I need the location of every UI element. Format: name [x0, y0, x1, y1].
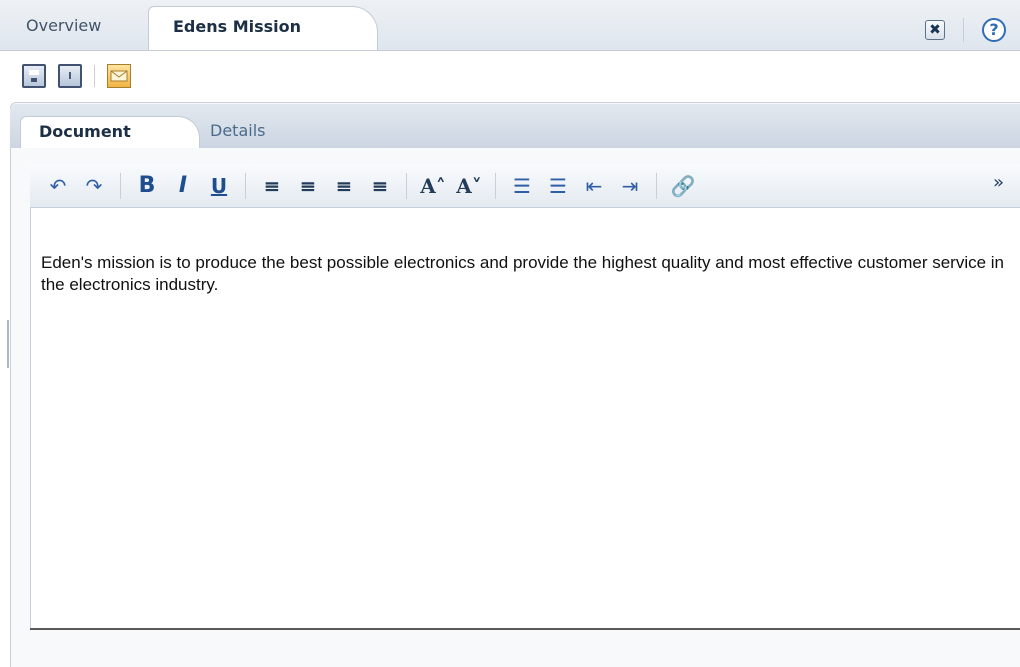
- redo-icon[interactable]: ↷: [80, 172, 108, 200]
- tab-edens-mission[interactable]: Edens Mission: [148, 6, 378, 50]
- underline-button[interactable]: U: [205, 172, 233, 200]
- toolbar-separator: [963, 18, 964, 42]
- email-icon[interactable]: [107, 64, 131, 88]
- align-right-icon[interactable]: ≡: [330, 172, 358, 200]
- editor-toolbar: ↶ ↷ B I U ≡ ≡ ≡ ≡ A˄ A˅ ☰ ☰ ⇤ ⇥ 🔗 »: [30, 164, 1020, 208]
- toolbar-separator: [656, 172, 657, 199]
- save-as-icon[interactable]: I: [58, 64, 82, 88]
- document-tab-strip: Document Details: [10, 104, 1020, 148]
- font-increase-icon[interactable]: A˄: [419, 172, 447, 200]
- font-decrease-icon[interactable]: A˅: [455, 172, 483, 200]
- align-center-icon[interactable]: ≡: [294, 172, 322, 200]
- indent-icon[interactable]: ⇥: [616, 172, 644, 200]
- document-actions-toolbar: I: [0, 57, 1020, 95]
- tab-document[interactable]: Document: [20, 116, 200, 148]
- unordered-list-icon[interactable]: ☰: [544, 172, 572, 200]
- bold-button[interactable]: B: [133, 172, 161, 200]
- tab-strip: Overview Edens Mission ✖ ?: [0, 0, 1020, 51]
- panel-resize-handle[interactable]: [7, 320, 9, 368]
- more-tools-icon[interactable]: »: [993, 172, 1004, 193]
- save-glyph: [29, 70, 39, 82]
- align-left-icon[interactable]: ≡: [258, 172, 286, 200]
- justify-icon[interactable]: ≡: [366, 172, 394, 200]
- toolbar-separator: [94, 65, 95, 87]
- close-icon[interactable]: ✖: [925, 20, 945, 40]
- rich-text-editor[interactable]: Eden's mission is to produce the best po…: [30, 208, 1020, 628]
- italic-button[interactable]: I: [169, 172, 197, 200]
- editor-content[interactable]: Eden's mission is to produce the best po…: [41, 252, 1011, 296]
- ordered-list-icon[interactable]: ☰: [508, 172, 536, 200]
- toolbar-separator: [120, 172, 121, 199]
- tab-details[interactable]: Details: [210, 116, 330, 148]
- outdent-icon[interactable]: ⇤: [580, 172, 608, 200]
- toolbar-separator: [406, 172, 407, 199]
- save-icon[interactable]: [22, 64, 46, 88]
- help-icon[interactable]: ?: [982, 18, 1006, 42]
- toolbar-separator: [245, 172, 246, 199]
- link-icon[interactable]: 🔗: [669, 172, 697, 200]
- tab-overview[interactable]: Overview: [6, 6, 156, 50]
- undo-icon[interactable]: ↶: [44, 172, 72, 200]
- editor-bottom-border: [30, 628, 1020, 630]
- envelope-glyph: [110, 70, 128, 82]
- header-tools: ✖ ?: [925, 18, 1006, 42]
- toolbar-separator: [495, 172, 496, 199]
